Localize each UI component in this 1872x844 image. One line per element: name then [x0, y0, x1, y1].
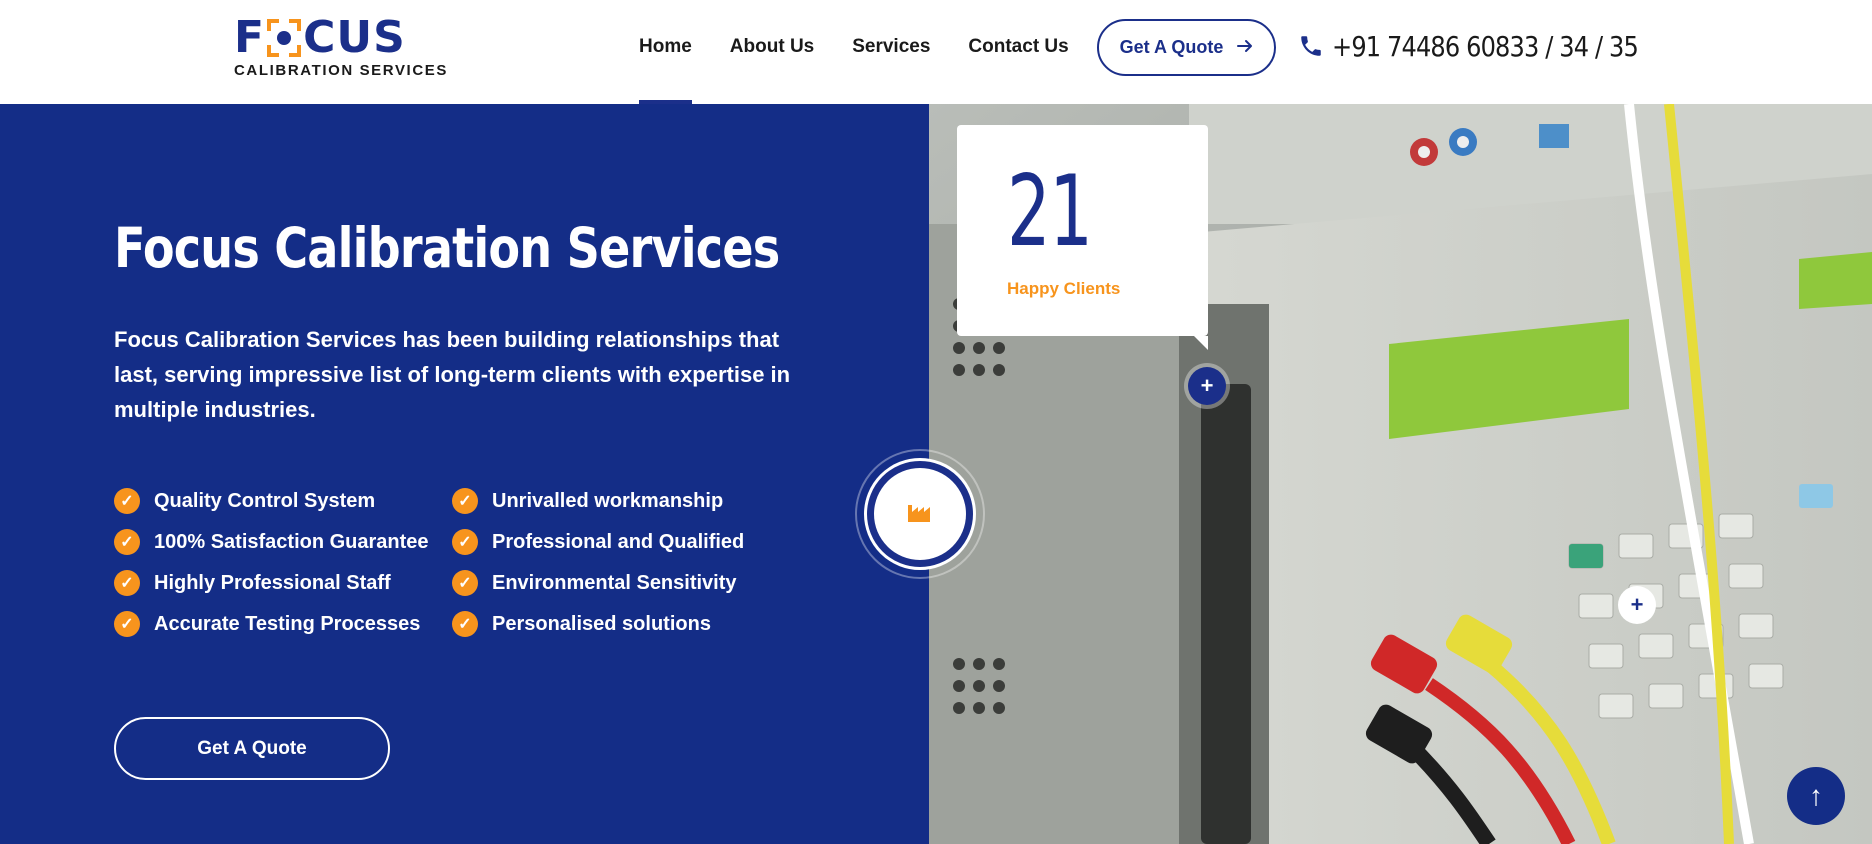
hero-description: Focus Calibration Services has been buil… — [114, 327, 791, 422]
nav-about-us[interactable]: About Us — [730, 0, 814, 104]
check-circle-icon: ✓ — [114, 529, 140, 555]
happy-clients-card: 21 Happy Clients — [957, 125, 1208, 350]
nav-home[interactable]: Home — [639, 0, 692, 104]
logo-letters-cus: CUS — [303, 12, 406, 63]
feature-label: Quality Control System — [154, 489, 376, 512]
feature-label: Accurate Testing Processes — [154, 612, 421, 635]
feature-list: ✓ Quality Control System ✓ Unrivalled wo… — [114, 488, 814, 637]
phone-icon — [1298, 33, 1324, 59]
logo-letter-f: F — [234, 12, 266, 63]
feature-label: 100% Satisfaction Guarantee — [154, 530, 429, 553]
header-get-quote-label: Get A Quote — [1119, 37, 1224, 57]
feature-item: ✓ Quality Control System — [114, 488, 452, 514]
nav-services[interactable]: Services — [852, 0, 930, 104]
feature-item: ✓ Environmental Sensitivity — [452, 570, 790, 596]
plus-hotspot-button[interactable]: + — [1618, 586, 1656, 624]
feature-label: Professional and Qualified — [492, 530, 745, 553]
hero-title: Focus Calibration Services — [114, 216, 780, 280]
main-nav: Home About Us Services Contact Us — [639, 0, 1107, 104]
plus-hotspot-button[interactable]: + — [1188, 367, 1226, 405]
feature-item: ✓ Professional and Qualified — [452, 529, 790, 555]
logo-subtitle: CALIBRATION SERVICES — [234, 62, 448, 79]
header-get-quote-button[interactable]: Get A Quote — [1097, 19, 1276, 76]
logo-wordmark: F CUS — [234, 12, 420, 63]
phone-number: +91 74486 60833 / 34 / 35 — [1332, 29, 1639, 63]
arrow-up-icon: ↑ — [1809, 780, 1823, 811]
scroll-to-top-button[interactable]: ↑ — [1787, 767, 1845, 825]
feature-item: ✓ Unrivalled workmanship — [452, 488, 790, 514]
happy-clients-label: Happy Clients — [1007, 279, 1121, 298]
nav-contact-us[interactable]: Contact Us — [968, 0, 1068, 104]
hero-panel: Focus Calibration Services Focus Calibra… — [0, 104, 929, 844]
happy-clients-count: 21 — [1007, 155, 1093, 269]
feature-item: ✓ Accurate Testing Processes — [114, 611, 452, 637]
check-circle-icon: ✓ — [452, 570, 478, 596]
logo-focus-o-icon — [267, 19, 302, 57]
feature-item: ✓ 100% Satisfaction Guarantee — [114, 529, 452, 555]
check-circle-icon: ✓ — [114, 611, 140, 637]
check-circle-icon: ✓ — [114, 488, 140, 514]
check-circle-icon: ✓ — [452, 529, 478, 555]
check-circle-icon: ✓ — [452, 611, 478, 637]
arrow-right-icon — [1237, 37, 1253, 58]
factory-icon — [907, 501, 933, 528]
feature-item: ✓ Personalised solutions — [452, 611, 790, 637]
hero-get-quote-button[interactable]: Get A Quote — [114, 717, 390, 780]
site-header: F CUS CALIBRATION SERVICES Home About Us… — [0, 0, 1872, 104]
focus-logo[interactable]: F CUS CALIBRATION SERVICES — [234, 12, 448, 84]
feature-item: ✓ Highly Professional Staff — [114, 570, 452, 596]
factory-badge — [855, 449, 985, 579]
feature-label: Environmental Sensitivity — [492, 571, 737, 594]
feature-label: Highly Professional Staff — [154, 571, 391, 594]
header-phone[interactable]: +91 74486 60833 / 34 / 35 — [1298, 24, 1688, 68]
feature-label: Personalised solutions — [492, 612, 711, 635]
check-circle-icon: ✓ — [114, 570, 140, 596]
check-circle-icon: ✓ — [452, 488, 478, 514]
feature-label: Unrivalled workmanship — [492, 489, 724, 512]
